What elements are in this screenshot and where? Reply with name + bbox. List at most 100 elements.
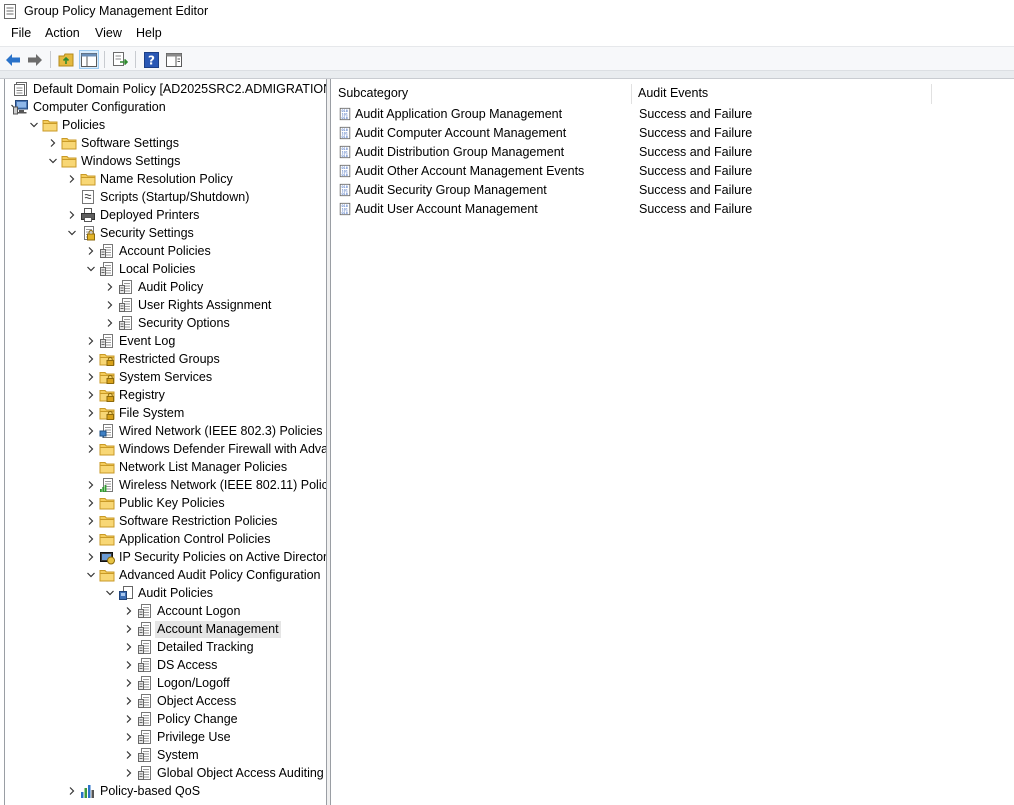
tree-node-label[interactable]: Network List Manager Policies [117,459,289,476]
chevron-right-icon[interactable] [86,534,96,544]
chevron-down-icon[interactable] [86,264,96,274]
column-separator[interactable] [931,84,932,104]
chevron-right-icon[interactable] [105,300,115,310]
tree-node[interactable]: Deployed Printers [5,206,326,224]
chevron-right-icon[interactable] [124,678,134,688]
tree-node[interactable]: Public Key Policies [5,494,326,512]
column-header-subcategory[interactable]: Subcategory [331,82,408,104]
tree-node-label[interactable]: Object Access [155,693,238,710]
menu-view[interactable]: View [94,26,123,40]
tree-node-label[interactable]: Deployed Printers [98,207,201,224]
chevron-right-icon[interactable] [86,354,96,364]
chevron-right-icon[interactable] [124,714,134,724]
tree-node[interactable]: Local Policies [5,260,326,278]
tree-node[interactable]: DS Access [5,656,326,674]
tree-node-label[interactable]: Local Policies [117,261,197,278]
tree-node-label[interactable]: File System [117,405,186,422]
tree-node-label[interactable]: Computer Configuration [31,99,168,116]
tree-node-label[interactable]: Audit Policy [136,279,205,296]
tree-node[interactable]: Account Policies [5,242,326,260]
chevron-right-icon[interactable] [86,246,96,256]
tree-node-label[interactable]: System [155,747,201,764]
tree-node[interactable]: System [5,746,326,764]
chevron-down-icon[interactable] [86,570,96,580]
chevron-right-icon[interactable] [86,372,96,382]
tree-node-label[interactable]: Account Logon [155,603,242,620]
tree-node-label[interactable]: System Services [117,369,214,386]
chevron-right-icon[interactable] [86,516,96,526]
details-list[interactable]: Subcategory Audit Events 010 101 010 Audit … [330,79,1014,805]
tree-node[interactable]: Software Restriction Policies [5,512,326,530]
list-item[interactable]: 010 101 010 Audit Computer Account Manageme… [331,124,1014,143]
tree-node[interactable]: Event Log [5,332,326,350]
tree-node[interactable]: Security Options [5,314,326,332]
chevron-right-icon[interactable] [124,696,134,706]
help-button[interactable]: ? [141,50,161,69]
tree-node-label[interactable]: Account Policies [117,243,213,260]
menu-action[interactable]: Action [44,26,81,40]
chevron-down-icon[interactable] [67,228,77,238]
chevron-right-icon[interactable] [86,426,96,436]
forward-button[interactable] [25,50,45,69]
tree-node-label[interactable]: Default Domain Policy [AD2025SRC2.ADMIGR… [31,81,326,98]
tree-node-label[interactable]: User Rights Assignment [136,297,273,314]
tree-node-label[interactable]: Policy-based QoS [98,783,202,800]
chevron-right-icon[interactable] [124,768,134,778]
tree-node-label[interactable]: Audit Policies [136,585,215,602]
list-item[interactable]: 010 101 010 Audit Application Group Managem… [331,105,1014,124]
tree-node-label[interactable]: Global Object Access Auditing [155,765,326,782]
tree-node[interactable]: Windows Settings [5,152,326,170]
tree-node-label[interactable]: Windows Settings [79,153,182,170]
tree-node-label[interactable]: Event Log [117,333,177,350]
tree-node[interactable]: Computer Configuration [5,98,326,116]
list-item[interactable]: 010 101 010 Audit Other Account Management … [331,162,1014,181]
chevron-right-icon[interactable] [124,606,134,616]
chevron-down-icon[interactable] [48,156,58,166]
up-one-level-button[interactable] [56,50,76,69]
tree-node-label[interactable]: Logon/Logoff [155,675,232,692]
chevron-right-icon[interactable] [48,138,58,148]
tree-node[interactable]: IP Security Policies on Active Directory [5,548,326,566]
tree-node[interactable]: Account Logon [5,602,326,620]
tree-node-label[interactable]: Security Settings [98,225,196,242]
tree-node-label[interactable]: Wireless Network (IEEE 802.11) Policies [117,477,326,494]
tree-node[interactable]: Wireless Network (IEEE 802.11) Policies [5,476,326,494]
chevron-right-icon[interactable] [105,318,115,328]
tree-node[interactable]: Default Domain Policy [AD2025SRC2.ADMIGR… [5,80,326,98]
tree-node-label[interactable]: Software Restriction Policies [117,513,279,530]
tree-node-label[interactable]: Security Options [136,315,232,332]
tree-node-label[interactable]: Detailed Tracking [155,639,256,656]
tree-node[interactable]: Software Settings [5,134,326,152]
tree-node[interactable]: Policies [5,116,326,134]
list-item[interactable]: 010 101 010 Audit Distribution Group Manage… [331,143,1014,162]
tree-node[interactable]: Windows Defender Firewall with Advanced … [5,440,326,458]
tree-node[interactable]: Name Resolution Policy [5,170,326,188]
tree-node[interactable]: Scripts (Startup/Shutdown) [5,188,326,206]
chevron-right-icon[interactable] [86,552,96,562]
tree-node-label[interactable]: Restricted Groups [117,351,222,368]
tree-node-label[interactable]: Registry [117,387,167,404]
chevron-right-icon[interactable] [67,210,77,220]
tree-node-label[interactable]: Policies [60,117,107,134]
export-list-button[interactable] [110,50,130,69]
tree-node[interactable]: Privilege Use [5,728,326,746]
chevron-right-icon[interactable] [86,390,96,400]
list-item[interactable]: 010 101 010 Audit User Account Management Su… [331,200,1014,219]
show-hide-action-pane-button[interactable] [164,50,184,69]
tree-node[interactable]: Registry [5,386,326,404]
chevron-right-icon[interactable] [67,786,77,796]
tree-node[interactable]: Logon/Logoff [5,674,326,692]
back-button[interactable] [3,50,23,69]
column-header-audit-events[interactable]: Audit Events [631,82,708,104]
chevron-right-icon[interactable] [86,336,96,346]
chevron-right-icon[interactable] [86,408,96,418]
chevron-right-icon[interactable] [124,642,134,652]
tree-node[interactable]: Network List Manager Policies [5,458,326,476]
tree-node[interactable]: Restricted Groups [5,350,326,368]
tree-node[interactable]: Policy-based QoS [5,782,326,800]
tree-node[interactable]: Wired Network (IEEE 802.3) Policies [5,422,326,440]
tree-node-label[interactable]: Public Key Policies [117,495,227,512]
tree-node[interactable]: Application Control Policies [5,530,326,548]
tree-node-label[interactable]: Advanced Audit Policy Configuration [117,567,323,584]
tree-node[interactable]: Security Settings [5,224,326,242]
